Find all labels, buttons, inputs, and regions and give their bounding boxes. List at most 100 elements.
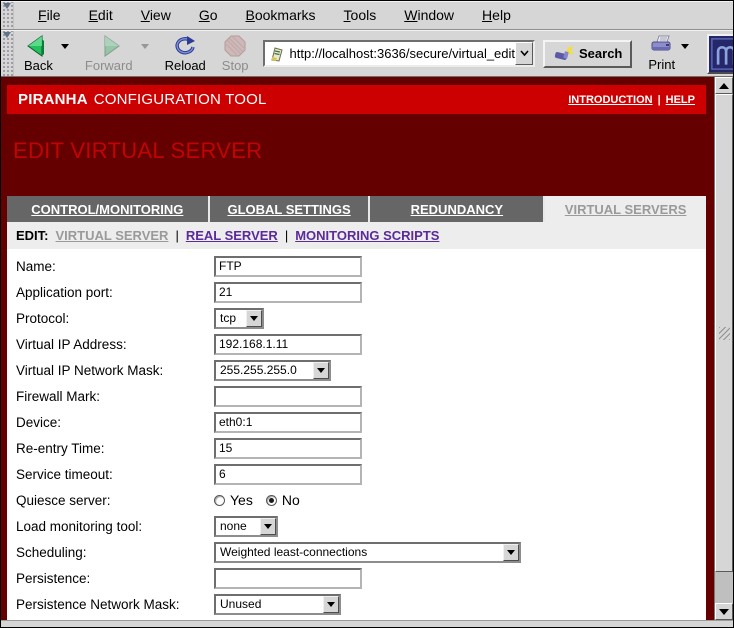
menu-item-window[interactable]: Window (390, 2, 468, 29)
menu-bar: FileEditViewGoBookmarksToolsWindowHelp (1, 1, 733, 30)
form-row-service-timeout: Service timeout:6 (16, 461, 706, 487)
menu-items: FileEditViewGoBookmarksToolsWindowHelp (14, 2, 525, 29)
firewall-mark-input[interactable] (214, 386, 362, 407)
field-label: Name: (16, 259, 214, 274)
virtual-ip-address-input[interactable]: 192.168.1.11 (214, 334, 362, 355)
tab-global-settings[interactable]: GLOBAL SETTINGS (210, 196, 371, 222)
field-label: Service timeout: (16, 467, 214, 482)
forward-icon (96, 35, 122, 57)
forward-dropdown-icon[interactable] (141, 44, 149, 49)
page-title: EDIT VIRTUAL SERVER (13, 138, 714, 164)
url-dropdown-icon (520, 50, 529, 57)
scroll-down-button[interactable] (715, 603, 733, 620)
toolbar-grip[interactable] (1, 31, 14, 76)
device-input[interactable]: eth0:1 (214, 412, 362, 433)
field-label: Persistence Network Mask: (16, 597, 214, 612)
menu-item-go[interactable]: Go (185, 2, 232, 29)
re-entry-time-input[interactable]: 15 (214, 438, 362, 459)
menu-item-tools[interactable]: Tools (330, 2, 391, 29)
menu-item-bookmarks[interactable]: Bookmarks (232, 2, 330, 29)
menu-item-edit[interactable]: Edit (75, 2, 127, 29)
vertical-scrollbar[interactable] (714, 77, 733, 620)
form-row-application-port: Application port:21 (16, 279, 706, 305)
stop-icon (224, 35, 246, 57)
url-page-icon (269, 46, 285, 62)
dropdown-arrow-icon[interactable] (313, 362, 329, 379)
collapse-arrow-icon[interactable] (3, 3, 11, 9)
subnav-real-server[interactable]: REAL SERVER (186, 228, 278, 243)
form-row-protocol: Protocol:tcp (16, 305, 706, 331)
persistence-network-mask-select[interactable]: Unused (214, 594, 341, 615)
scrollbar-trough[interactable] (715, 572, 733, 603)
subnav-separator: | (285, 228, 288, 243)
field-label: Firewall Mark: (16, 389, 214, 404)
load-monitoring-tool-select[interactable]: none (214, 516, 278, 537)
navigation-toolbar: Back Forward (1, 30, 733, 77)
application-port-input[interactable]: 21 (214, 282, 362, 303)
form-row-name: Name:FTP (16, 253, 706, 279)
mozilla-m-icon (711, 38, 734, 70)
tab-control-monitoring[interactable]: CONTROL/MONITORING (7, 196, 210, 222)
quiesce-server-radio-group: Yes No (214, 492, 308, 508)
field-label: Load monitoring tool: (16, 519, 214, 534)
form-row-persistence: Persistence: (16, 565, 706, 591)
scroll-up-button[interactable] (715, 77, 733, 94)
scheduling-select[interactable]: Weighted least-connections (214, 542, 521, 563)
dropdown-arrow-icon[interactable] (260, 518, 276, 535)
radio-option-label: Yes (230, 492, 253, 508)
form-row-re-entry-time: Re-entry Time:15 (16, 435, 706, 461)
radio-option-label: No (282, 492, 300, 508)
toolbar-grip[interactable] (1, 2, 14, 29)
quiesce-server-radio-yes[interactable] (214, 495, 225, 506)
mozilla-logo[interactable] (707, 34, 734, 74)
tab-virtual-servers[interactable]: VIRTUAL SERVERS (545, 196, 706, 222)
menu-item-help[interactable]: Help (468, 2, 525, 29)
print-button[interactable]: Print (644, 35, 679, 72)
scrollbar-thumb[interactable] (715, 94, 733, 572)
print-label: Print (648, 57, 675, 72)
subnav-monitoring-scripts[interactable]: MONITORING SCRIPTS (295, 228, 439, 243)
quiesce-server-radio-no[interactable] (266, 495, 277, 506)
toolbar-items: Back Forward (14, 31, 734, 76)
reload-button[interactable]: Reload (159, 34, 212, 74)
back-dropdown-icon[interactable] (61, 44, 69, 49)
menu-item-file[interactable]: File (24, 2, 75, 29)
introduction-link[interactable]: INTRODUCTION (568, 94, 652, 106)
forward-button[interactable]: Forward (79, 34, 139, 74)
scroll-down-icon (719, 609, 729, 615)
page-banner: PIRANHA CONFIGURATION TOOL INTRODUCTION … (7, 85, 706, 114)
tab-redundancy[interactable]: REDUNDANCY (370, 196, 545, 222)
service-timeout-input[interactable]: 6 (214, 464, 362, 485)
browser-window: FileEditViewGoBookmarksToolsWindowHelp B… (0, 0, 734, 628)
reload-label: Reload (165, 58, 206, 73)
url-bar[interactable]: http://localhost:3636/secure/virtual_edi… (263, 40, 535, 67)
menu-item-view[interactable]: View (127, 2, 185, 29)
subnav-virtual-server[interactable]: VIRTUAL SERVER (56, 228, 169, 243)
form-row-device: Device:eth0:1 (16, 409, 706, 435)
url-dropdown-button[interactable] (515, 42, 533, 65)
edit-prefix: EDIT: (16, 228, 49, 243)
back-button[interactable]: Back (18, 34, 59, 74)
virtual-ip-network-mask-select[interactable]: 255.255.255.0 (214, 360, 331, 381)
dropdown-arrow-icon[interactable] (323, 596, 339, 613)
back-label: Back (24, 58, 53, 73)
form-row-virtual-ip-network-mask: Virtual IP Network Mask:255.255.255.0 (16, 357, 706, 383)
persistence-input[interactable] (214, 568, 362, 589)
form-row-load-monitoring-tool: Load monitoring tool:none (16, 513, 706, 539)
field-label: Persistence: (16, 571, 214, 586)
stop-button[interactable]: Stop (216, 34, 255, 74)
protocol-select[interactable]: tcp (214, 308, 264, 329)
collapse-arrow-icon[interactable] (3, 32, 11, 38)
url-text[interactable]: http://localhost:3636/secure/virtual_edi… (290, 46, 515, 61)
help-link[interactable]: HELP (666, 94, 695, 106)
name-input[interactable]: FTP (214, 256, 362, 277)
subnav-separator: | (175, 228, 178, 243)
dropdown-arrow-icon[interactable] (246, 310, 262, 327)
edit-subnav: EDIT: VIRTUAL SERVER | REAL SERVER | MON… (7, 222, 706, 249)
form-row-firewall-mark: Firewall Mark: (16, 383, 706, 409)
print-dropdown-icon[interactable] (681, 44, 689, 49)
field-label: Virtual IP Address: (16, 337, 214, 352)
search-flashlight-icon (553, 46, 575, 62)
dropdown-arrow-icon[interactable] (503, 544, 519, 561)
search-button[interactable]: Search (543, 40, 632, 68)
